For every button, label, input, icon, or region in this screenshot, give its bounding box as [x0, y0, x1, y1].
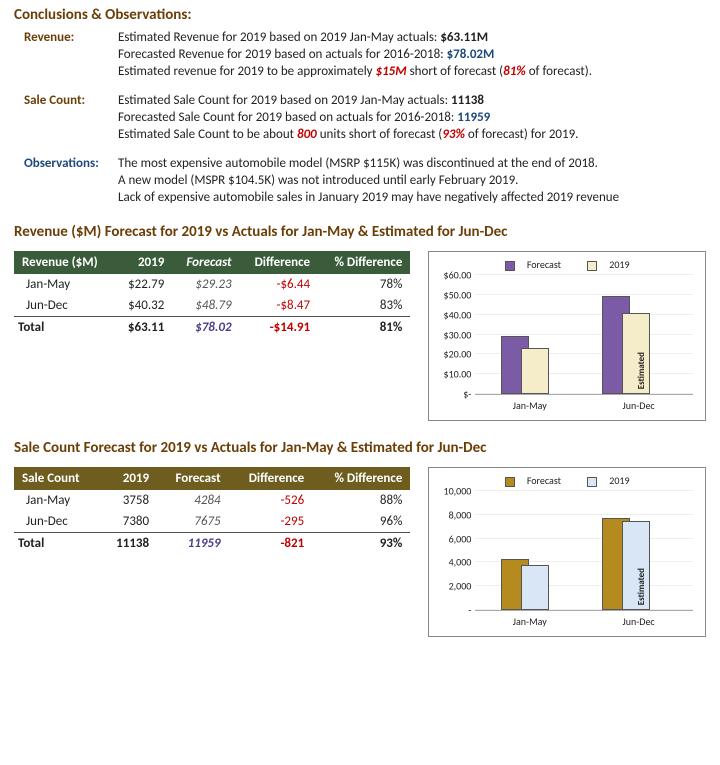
revenue-conclusions: Revenue: Estimated Revenue for 2019 base… — [14, 30, 706, 79]
xlabel: Jun-Dec — [584, 615, 693, 628]
salecount-chart: Forecast 2019 - 2,000 4,000 6,000 8,000 … — [428, 467, 706, 637]
th-2019: 2019 — [115, 251, 173, 274]
observations-line2: A new model (MSPR $104.5K) was not intro… — [118, 173, 706, 188]
estimated-label: Estimated — [636, 352, 647, 389]
th-pctdiff: % Difference — [312, 467, 410, 490]
bar-2019: Estimated — [622, 313, 650, 394]
xlabel: Jun-Dec — [584, 399, 693, 412]
section2-title: Sale Count Forecast for 2019 vs Actuals … — [14, 439, 706, 457]
revenue-chart: Forecast 2019 $- $10.00 $20.00 $30.00 $4… — [428, 251, 706, 421]
bar-2019 — [521, 565, 549, 610]
revenue-table: Revenue ($M) 2019 Forecast Difference % … — [14, 251, 410, 338]
table-total-row: Total $63.11 $78.02 -$14.91 81% — [14, 317, 410, 339]
revenue-line1: Estimated Revenue for 2019 based on 2019… — [118, 30, 706, 45]
salecount-line3: Estimated Sale Count to be about 800 uni… — [118, 127, 706, 142]
observations-label: Observations: — [14, 156, 118, 171]
salecount-conclusions: Sale Count: Estimated Sale Count for 201… — [14, 93, 706, 142]
salecount-table: Sale Count 2019 Forecast Difference % Di… — [14, 467, 410, 554]
xlabel: Jan-May — [475, 399, 584, 412]
th-diff: Difference — [240, 251, 319, 274]
table-row: Jun-Dec 7380 7675 -295 96% — [14, 511, 410, 533]
section1-title: Revenue ($M) Forecast for 2019 vs Actual… — [14, 223, 706, 241]
th-2019: 2019 — [100, 467, 157, 490]
salecount-line2: Forecasted Sale Count for 2019 based on … — [118, 110, 706, 125]
table-row: Jan-May $22.79 $29.23 -$6.44 78% — [14, 274, 410, 295]
chart-legend: Forecast 2019 — [437, 474, 697, 487]
observations-block: Observations: The most expensive automob… — [14, 156, 706, 205]
th-forecast: Forecast — [172, 251, 239, 274]
th-name: Revenue ($M) — [14, 251, 115, 274]
observations-line1: The most expensive automobile model (MSR… — [118, 156, 706, 171]
salecount-line1: Estimated Sale Count for 2019 based on 2… — [118, 93, 706, 108]
th-diff: Difference — [229, 467, 313, 490]
revenue-line3: Estimated revenue for 2019 to be approxi… — [118, 64, 706, 79]
revenue-line2: Forecasted Revenue for 2019 based on act… — [118, 47, 706, 62]
table-total-row: Total 11138 11959 -821 93% — [14, 533, 410, 555]
salecount-label: Sale Count: — [14, 93, 118, 108]
th-pctdiff: % Difference — [318, 251, 410, 274]
th-forecast: Forecast — [157, 467, 229, 490]
table-row: Jan-May 3758 4284 -526 88% — [14, 490, 410, 511]
page-title: Conclusions & Observations: — [14, 6, 706, 24]
table-row: Jun-Dec $40.32 $48.79 -$8.47 83% — [14, 295, 410, 317]
th-name: Sale Count — [14, 467, 100, 490]
chart-legend: Forecast 2019 — [437, 258, 697, 271]
revenue-label: Revenue: — [14, 30, 118, 45]
bar-2019: Estimated — [622, 521, 650, 610]
observations-line3: Lack of expensive automobile sales in Ja… — [118, 190, 706, 205]
estimated-label: Estimated — [636, 568, 647, 605]
bar-2019 — [521, 348, 549, 394]
xlabel: Jan-May — [475, 615, 584, 628]
